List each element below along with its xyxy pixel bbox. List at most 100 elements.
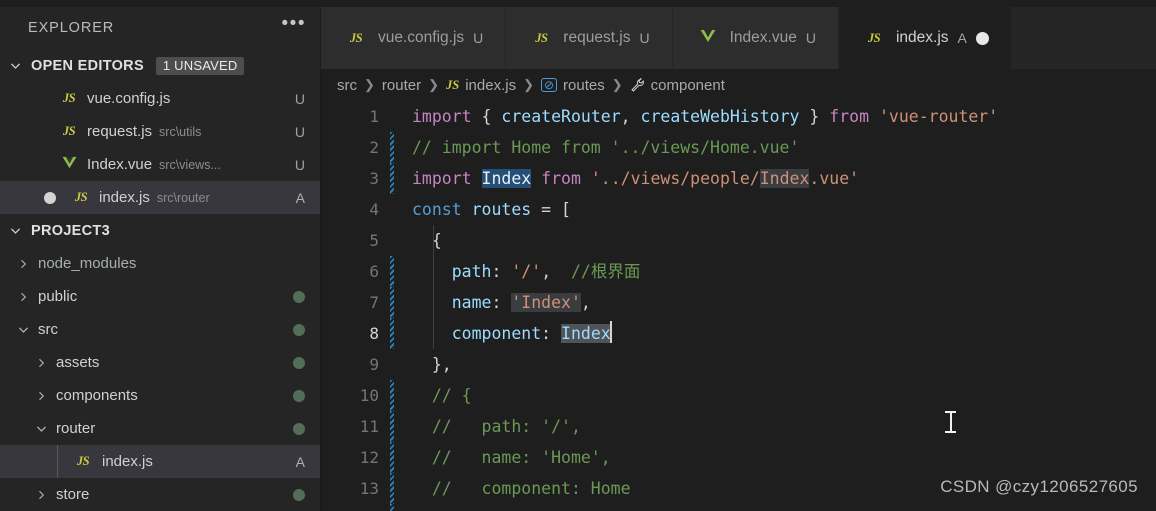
code-line[interactable]: 5 { [321,225,1156,256]
project-label: PROJECT3 [31,222,110,239]
code-line[interactable]: 1 import { createRouter, createWebHistor… [321,101,1156,132]
js-file-icon: JS [62,124,76,138]
indent-guide [433,225,434,256]
code-line[interactable]: 9 }, [321,349,1156,380]
chevron-right-icon: ❯ [428,77,439,92]
vue-file-icon [56,156,82,173]
git-status-letter: A [295,453,305,470]
code-line-active[interactable]: 8 component: Index [321,318,1156,349]
open-editors-header[interactable]: OPEN EDITORS 1 UNSAVED [0,49,320,82]
editor-group: JS vue.config.js U JS request.js U Index… [321,7,1156,511]
breadcrumb: src ❯ router ❯ JS index.js ❯ ⊘ routes ❯ [321,69,1156,101]
line-number: 4 [369,200,379,219]
line-number: 2 [369,138,379,157]
breadcrumb-item-index-js[interactable]: JS index.js [446,77,516,94]
chevron-down-icon [6,222,24,240]
tree-item-node_modules[interactable]: node_modules [0,247,320,280]
line-content: name: 'Index', [451,293,591,312]
git-status-dot-icon [293,290,305,303]
code-line[interactable]: 13 // component: Home [321,473,1156,504]
tab-index-js[interactable]: JS index.js A [838,7,1012,69]
git-status-dot-icon [293,389,305,402]
line-number: 11 [359,417,379,436]
chevron-right-icon: ❯ [611,77,623,92]
line-content: import Index from '../views/people/Index… [412,169,860,188]
git-status-dot-icon [293,488,305,501]
line-number: 3 [369,169,379,188]
diff-modified-marker [390,411,394,442]
open-editor-row[interactable]: JS request.js src\utils U [0,115,320,148]
code-line[interactable]: 11 // path: '/', [321,411,1156,442]
tab-vue-config-js[interactable]: JS vue.config.js U [321,7,507,69]
vscode-window: EXPLORER ••• OPEN EDITORS 1 UNSAVED JS v… [0,0,1156,511]
js-file-icon: JS [349,30,363,45]
tab-index-vue[interactable]: Index.vue U [672,7,839,69]
git-status-dot-icon [293,422,305,435]
chevron-right-icon: ❯ [364,77,375,92]
unsaved-dot-icon[interactable] [44,191,56,204]
tab-status: U [805,30,816,46]
tab-bar-filler [1011,7,1156,69]
line-content: // { [412,386,472,405]
code-line[interactable]: 3 import Index from '../views/people/Ind… [321,163,1156,194]
line-number: 7 [369,293,379,312]
breadcrumb-item-router[interactable]: router [382,77,421,94]
wrench-icon [630,77,645,93]
line-content: // }, [389,504,482,511]
window-top-strip [0,0,1156,7]
git-status-dot-icon [293,356,305,369]
unsaved-dot-icon[interactable] [975,31,989,45]
tree-item-label: src [38,321,58,338]
diff-modified-marker [390,442,394,473]
line-content: // path: '/', [412,417,581,436]
open-editor-row[interactable]: Index.vue src\views... U [0,148,320,181]
tab-label: Index.vue [729,29,797,46]
chevron-right-icon [14,288,32,306]
tree-item-src[interactable]: src [0,313,320,346]
more-actions-icon[interactable]: ••• [282,14,306,37]
code-line[interactable]: 14 // }, [321,504,1156,511]
indent-guide [57,445,58,478]
code-line[interactable]: 2 // import Home from '../views/Home.vue… [321,132,1156,163]
js-file-icon: JS [867,30,881,45]
symbol-variable-icon: ⊘ [540,78,558,92]
tree-item-label: index.js [102,453,153,470]
diff-modified-marker [390,163,394,194]
code-line[interactable]: 6 path: '/', //根界面 [321,256,1156,287]
tab-request-js[interactable]: JS request.js U [506,7,673,69]
explorer-sidebar: EXPLORER ••• OPEN EDITORS 1 UNSAVED JS v… [0,7,321,511]
code-line[interactable]: 4 const routes = [ [321,194,1156,225]
breadcrumb-label: component [650,76,725,94]
tree-item-assets[interactable]: assets [0,346,320,379]
breadcrumb-item-routes[interactable]: ⊘ routes [540,76,605,94]
tree-item-store[interactable]: store [0,478,320,511]
line-number: 1 [369,107,379,126]
tab-status: U [473,30,484,46]
chevron-down-icon [32,420,50,438]
tree-item-public[interactable]: public [0,280,320,313]
line-content: const routes = [ [412,200,571,219]
breadcrumb-label: routes [563,76,605,94]
tab-label: vue.config.js [378,29,465,46]
breadcrumb-label: index.js [465,76,517,94]
breadcrumb-item-component[interactable]: component [630,77,725,94]
tree-item-router[interactable]: router [0,412,320,445]
text-caret [609,321,612,343]
code-line[interactable]: 12 // name: 'Home', [321,442,1156,473]
diff-modified-marker [390,504,394,511]
tree-item-index-js[interactable]: JS index.js A [0,445,320,478]
code-editor[interactable]: 1 import { createRouter, createWebHistor… [321,101,1156,511]
code-line[interactable]: 7 name: 'Index', [321,287,1156,318]
breadcrumb-label: router [381,76,422,94]
line-content: import { createRouter, createWebHistory … [412,107,999,126]
open-editor-row-active[interactable]: JS index.js src\router A [0,181,320,214]
tab-label: index.js [895,29,949,46]
project-header[interactable]: PROJECT3 [0,214,320,247]
diff-modified-marker [390,473,394,504]
tree-item-label: store [56,486,90,503]
workbench: EXPLORER ••• OPEN EDITORS 1 UNSAVED JS v… [0,7,1156,511]
breadcrumb-item-src[interactable]: src [337,77,357,94]
open-editor-row[interactable]: JS vue.config.js U [0,82,320,115]
tree-item-components[interactable]: components [0,379,320,412]
code-line[interactable]: 10 // { [321,380,1156,411]
